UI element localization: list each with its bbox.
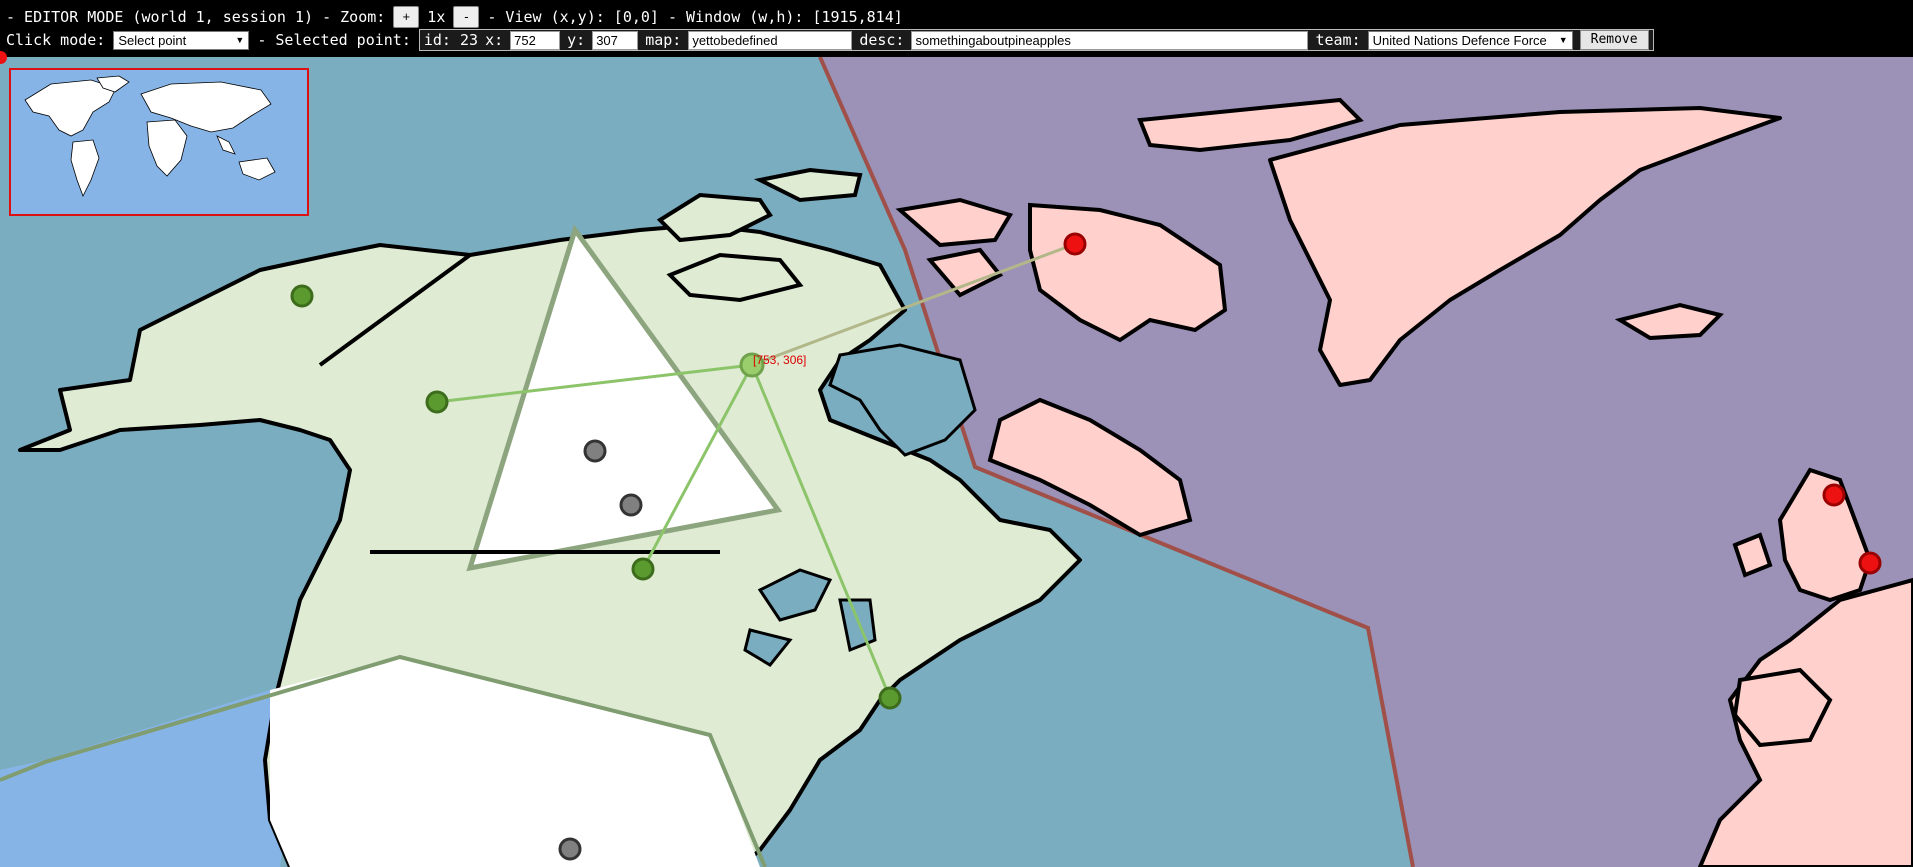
team-select[interactable]: United Nations Defence Force ▼ [1367, 30, 1573, 50]
desc-label: desc: [859, 31, 905, 49]
x-input[interactable]: 752 [510, 30, 561, 50]
y-input[interactable]: 307 [592, 30, 639, 50]
neutral-point-icon[interactable] [583, 439, 607, 463]
neutral-point-icon[interactable] [619, 493, 643, 517]
desc-input[interactable]: somethingaboutpineapples [911, 30, 1309, 50]
friendly-point-icon[interactable] [878, 686, 902, 710]
selected-point-label: - Selected point: [257, 31, 411, 49]
remove-button[interactable]: Remove [1579, 30, 1649, 50]
enemy-point-icon[interactable] [1063, 232, 1087, 256]
x-label: x: [485, 31, 504, 49]
zoom-level: 1x [427, 8, 446, 26]
point-id: id: 23 [423, 31, 479, 49]
team-label: team: [1315, 31, 1361, 49]
enemy-point-icon[interactable] [1858, 551, 1882, 575]
click-mode-label: Click mode: [6, 31, 106, 49]
dropdown-arrow-icon: ▼ [1558, 35, 1568, 45]
team-value: United Nations Defence Force [1372, 32, 1547, 48]
minimap-world-icon [24, 75, 276, 197]
dropdown-arrow-icon: ▼ [235, 35, 245, 45]
selected-point-panel: id: 23 x: 752 y: 307 map: yettobedefined… [418, 29, 1654, 51]
friendly-point-icon[interactable] [631, 557, 655, 581]
click-mode-select[interactable]: Select point ▼ [113, 30, 250, 50]
map-input[interactable]: yettobedefined [688, 30, 853, 50]
hover-coordinates: [753, 306] [753, 353, 807, 367]
zoom-in-button[interactable]: + [393, 6, 420, 28]
y-label: y: [567, 31, 586, 49]
friendly-point-icon[interactable] [290, 284, 314, 308]
map-label: map: [645, 31, 682, 49]
click-mode-value: Select point [118, 32, 187, 48]
enemy-point-icon[interactable] [1822, 483, 1846, 507]
view-window-info: - View (x,y): [0,0] - Window (w,h): [191… [487, 8, 903, 26]
editor-toolbar: - EDITOR MODE (world 1, session 1) - Zoo… [0, 0, 1913, 57]
neutral-point-icon[interactable] [558, 837, 582, 861]
editor-mode-text: - EDITOR MODE (world 1, session 1) - Zoo… [6, 8, 386, 26]
zoom-out-button[interactable]: - [453, 6, 480, 28]
friendly-point-icon[interactable] [425, 390, 449, 414]
minimap[interactable] [9, 68, 309, 216]
